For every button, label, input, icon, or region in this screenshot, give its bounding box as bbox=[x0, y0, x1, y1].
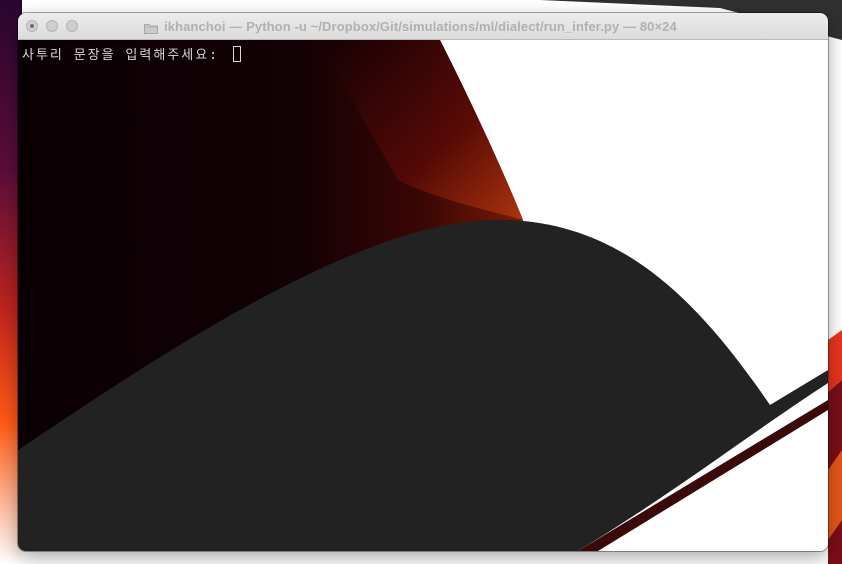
window-title-area: ikhanchoi — Python -u ~/Dropbox/Git/simu… bbox=[144, 18, 677, 35]
terminal-window[interactable]: 사투리 문장을 입력해주세요: ikhanchoi — Python -u ~/… bbox=[18, 13, 828, 551]
terminal-background bbox=[18, 40, 828, 551]
zoom-window-button[interactable] bbox=[66, 20, 78, 32]
window-titlebar[interactable]: ikhanchoi — Python -u ~/Dropbox/Git/simu… bbox=[18, 13, 828, 40]
close-window-button[interactable] bbox=[26, 20, 38, 32]
folder-icon bbox=[144, 21, 158, 34]
minimize-window-button[interactable] bbox=[46, 20, 58, 32]
terminal-prompt-line: 사투리 문장을 입력해주세요: bbox=[22, 44, 241, 63]
terminal-prompt: 사투리 문장을 입력해주세요: bbox=[22, 48, 229, 63]
terminal-content[interactable]: 사투리 문장을 입력해주세요: bbox=[18, 40, 828, 551]
window-title: ikhanchoi — Python -u ~/Dropbox/Git/simu… bbox=[164, 19, 677, 34]
terminal-cursor bbox=[232, 45, 241, 62]
